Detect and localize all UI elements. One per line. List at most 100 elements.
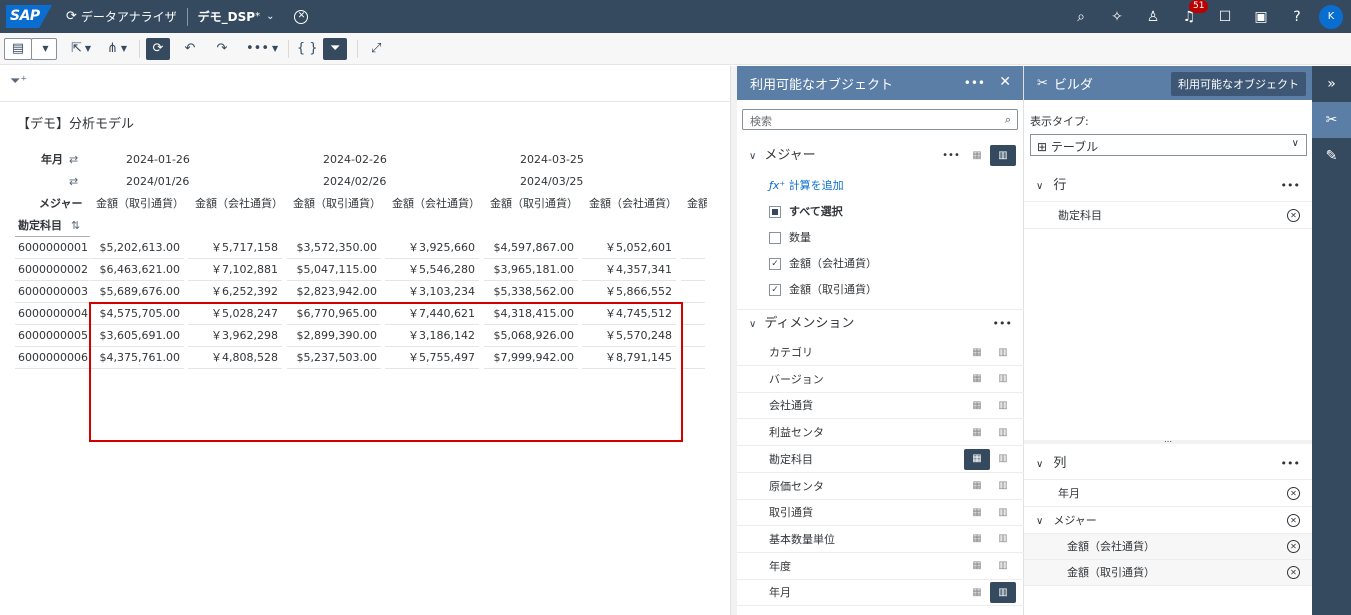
search-input[interactable]: 検索 ⌕	[742, 109, 1018, 130]
dimension-item[interactable]: 勘定科目 ▦ ▥	[737, 447, 1024, 473]
redo-button[interactable]: ↷	[210, 38, 234, 60]
value-cell[interactable]: $4,318,415.00	[484, 303, 578, 325]
measures-section-header[interactable]: ∨ メジャー ••• ▦ ▥	[737, 142, 1024, 170]
value-cell[interactable]: ￥3,103,234	[385, 281, 479, 303]
save-button[interactable]: ▤	[4, 37, 32, 60]
value-cell[interactable]: ￥4,745,512	[582, 303, 676, 325]
value-cell[interactable]: $5,338,562.00	[484, 281, 578, 303]
value-cell[interactable]: ￥5,052,601	[582, 237, 676, 259]
account-cell[interactable]: 6000000005	[15, 325, 89, 347]
account-cell[interactable]: 6000000006	[15, 347, 89, 369]
add-to-columns-icon[interactable]: ▥	[990, 449, 1016, 470]
add-to-rows-icon[interactable]: ▦	[964, 395, 990, 416]
dimension-item[interactable]: 会社通貨 ▦ ▥	[737, 393, 1024, 420]
dimension-item[interactable]: 年度 ▦ ▥	[737, 554, 1024, 580]
value-cell[interactable]: $5,237,503.00	[287, 347, 381, 369]
checkbox[interactable]: ✓	[769, 258, 781, 270]
value-cell[interactable]: ￥5,866,552	[582, 281, 676, 303]
styling-icon[interactable]: ✎	[1312, 138, 1351, 174]
refresh-button[interactable]: ⟳	[146, 37, 170, 60]
chevron-down-icon[interactable]: ∨	[1292, 138, 1299, 149]
value-cell[interactable]: ￥5,546,280	[385, 259, 479, 281]
help-icon[interactable]: ?	[1279, 9, 1315, 25]
add-to-rows-icon[interactable]: ▦	[964, 476, 990, 497]
value-cell[interactable]: $2,823,942.00	[287, 281, 381, 303]
collapse-panel-icon[interactable]: »	[1312, 66, 1351, 102]
value-cell[interactable]: ￥3,925,660	[385, 237, 479, 259]
add-filter-icon[interactable]: ⏷⁺	[10, 74, 27, 89]
dimension-item[interactable]: カテゴリ ▦ ▥	[737, 340, 1024, 366]
undo-button[interactable]: ↶	[178, 38, 202, 60]
dimension-item[interactable]: 基本数量単位 ▦ ▥	[737, 527, 1024, 553]
discussion-icon[interactable]: ☐	[1207, 9, 1243, 25]
columns-measure-item[interactable]: 金額（会社通貨） ✕	[1024, 534, 1312, 560]
export-button[interactable]: ⇱ ▼	[69, 38, 93, 60]
remove-icon[interactable]: ✕	[1287, 566, 1300, 579]
value-cell[interactable]: $7,999,942.00	[484, 347, 578, 369]
add-to-rows-icon[interactable]: ▦	[964, 556, 990, 577]
value-cell[interactable]: ￥7,440,621	[385, 303, 479, 325]
share-button[interactable]: ⋔ ▼	[105, 38, 129, 60]
value-cell[interactable]: ￥5,028,247	[188, 303, 282, 325]
fullscreen-button[interactable]: ⤢	[364, 38, 388, 60]
feedback-icon[interactable]: ▣	[1243, 9, 1279, 25]
swap-icon[interactable]: ⇄	[69, 171, 78, 193]
value-cell[interactable]: ￥8,791,145	[582, 347, 676, 369]
add-to-rows-icon[interactable]: ▦	[964, 529, 990, 550]
dimension-item[interactable]: 原価センタ ▦ ▥	[737, 474, 1024, 500]
add-to-rows-icon[interactable]: ▦	[964, 145, 990, 166]
value-cell[interactable]: ￥6,252,392	[188, 281, 282, 303]
formula-button[interactable]: { }	[295, 38, 319, 60]
more-icon[interactable]: •••	[964, 76, 985, 90]
add-to-columns-icon[interactable]: ▥	[990, 342, 1016, 363]
sap-logo[interactable]: SAP	[6, 5, 52, 28]
dimensions-section-header[interactable]: ∨ ディメンション •••	[737, 309, 1024, 337]
dimension-item[interactable]: 年月 ▦ ▥	[737, 580, 1024, 607]
swap-icon[interactable]: ⇄	[69, 149, 78, 171]
value-cell[interactable]: $6,463,621.00	[90, 259, 184, 281]
add-to-rows-icon[interactable]: ▦	[964, 448, 990, 470]
add-to-columns-icon[interactable]: ▥	[990, 556, 1016, 577]
measure-item[interactable]: ✓ 金額（会社通貨）	[769, 251, 877, 277]
measure-item[interactable]: 数量	[769, 225, 811, 251]
value-cell[interactable]: $5,047,115.00	[287, 259, 381, 281]
value-cell[interactable]: $3,965,181.00	[484, 259, 578, 281]
remove-icon[interactable]: ✕	[1287, 514, 1300, 527]
value-cell[interactable]: $5,202,613.00	[90, 237, 184, 259]
save-menu-button[interactable]: ▼	[31, 37, 57, 60]
value-cell[interactable]: ￥5,570,248	[582, 325, 676, 347]
checkbox[interactable]	[769, 206, 781, 218]
close-icon[interactable]: ✕	[999, 74, 1011, 90]
add-to-rows-icon[interactable]: ▦	[964, 342, 990, 363]
value-cell[interactable]: ￥5,755,497	[385, 347, 479, 369]
account-cell[interactable]: 6000000001	[15, 237, 89, 259]
section-resize-handle[interactable]: ⋯	[1024, 438, 1312, 446]
checkbox[interactable]	[769, 232, 781, 244]
display-type-select[interactable]: ⊞ テーブル ∨	[1030, 134, 1307, 156]
add-to-columns-icon[interactable]: ▥	[990, 502, 1016, 523]
dimension-item[interactable]: バージョン ▦ ▥	[737, 367, 1024, 393]
more-icon[interactable]: •••	[993, 310, 1012, 338]
value-cell[interactable]: ￥4,808,528	[188, 347, 282, 369]
document-name[interactable]: デモ_DSP	[198, 8, 255, 25]
value-cell[interactable]: $5,689,676.00	[90, 281, 184, 303]
add-to-rows-icon[interactable]: ▦	[964, 422, 990, 443]
value-cell[interactable]: $5,068,926.00	[484, 325, 578, 347]
search-icon[interactable]: ⌕	[1005, 113, 1011, 127]
close-document-icon[interactable]: ✕	[294, 9, 309, 24]
value-cell[interactable]: $3,572,350.00	[287, 237, 381, 259]
remove-icon[interactable]: ✕	[1287, 209, 1300, 222]
value-cell[interactable]: $6,770,965.00	[287, 303, 381, 325]
value-cell[interactable]: ￥4,357,341	[582, 259, 676, 281]
rows-section-header[interactable]: ∨ 行 •••	[1024, 170, 1312, 202]
avatar[interactable]: K	[1319, 4, 1343, 29]
add-calculation-link[interactable]: ƒx⁺ 計算を追加	[769, 173, 844, 199]
chevron-down-icon[interactable]: ∨	[749, 319, 756, 330]
account-cell[interactable]: 6000000004	[15, 303, 89, 325]
chevron-down-icon[interactable]: ∨	[749, 151, 756, 162]
value-cell[interactable]: $4,575,705.00	[90, 303, 184, 325]
search-icon[interactable]: ⌕	[1063, 9, 1099, 25]
more-icon[interactable]: •••	[1281, 448, 1300, 480]
chevron-down-icon[interactable]: ∨	[1036, 181, 1043, 192]
add-to-columns-icon[interactable]: ▥	[990, 369, 1016, 390]
